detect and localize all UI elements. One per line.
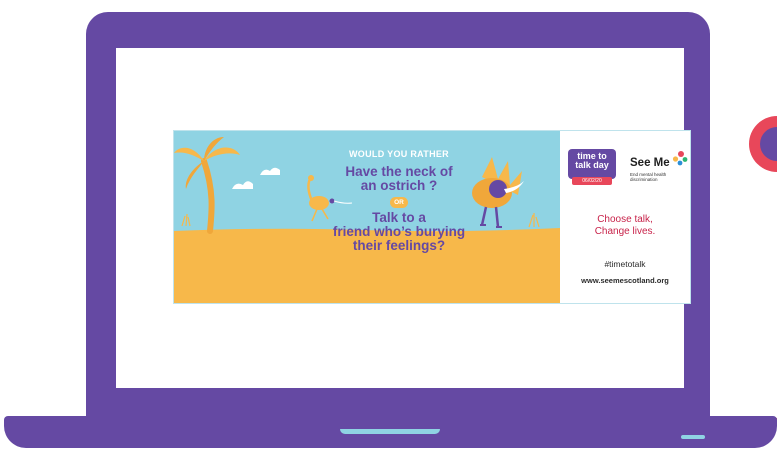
option-two-line2: friend who’s burying: [332, 224, 466, 239]
option-two-line1: Talk to a: [372, 210, 426, 225]
brand-panel: time to talk day 06/02/20 See Me End men…: [560, 131, 690, 303]
option-two-line3: their feelings?: [352, 238, 446, 253]
option-one-line2: an ostrich ?: [360, 178, 438, 193]
campaign-banner[interactable]: WOULD YOU RATHER Have the neck of an ost…: [173, 130, 691, 304]
laptop-lid: WOULD YOU RATHER Have the neck of an ost…: [86, 12, 710, 424]
laptop-stage: WOULD YOU RATHER Have the neck of an ost…: [0, 0, 777, 457]
laptop-hinge-notch: [340, 429, 440, 434]
laptop-screen: WOULD YOU RATHER Have the neck of an ost…: [116, 48, 691, 388]
time-to-talk-logo: time to talk day: [568, 149, 616, 179]
option-one-line1: Have the neck of: [345, 164, 453, 179]
banner-headline: WOULD YOU RATHER Have the neck of an ost…: [324, 149, 474, 253]
or-badge: OR: [390, 197, 408, 208]
hashtag: #timetotalk: [604, 259, 646, 269]
would-you-rather-label: WOULD YOU RATHER: [349, 149, 449, 159]
ttt-line2: talk day: [575, 160, 609, 170]
banner-artwork: WOULD YOU RATHER Have the neck of an ost…: [174, 131, 560, 303]
website-link[interactable]: www.seemescotland.org: [560, 276, 690, 285]
laptop-status-light: [681, 435, 705, 439]
see-me-logo-text: See Me: [630, 157, 670, 169]
see-me-tagline: End mental health discrimination: [630, 172, 667, 182]
slogan-line1: Choose talk,: [597, 214, 653, 225]
slogan: Choose talk, Change lives.: [560, 214, 690, 238]
ttt-date: 06/02/20: [572, 177, 612, 185]
slogan-line2: Change lives.: [594, 226, 656, 237]
see-me-dots-icon: [672, 151, 688, 166]
